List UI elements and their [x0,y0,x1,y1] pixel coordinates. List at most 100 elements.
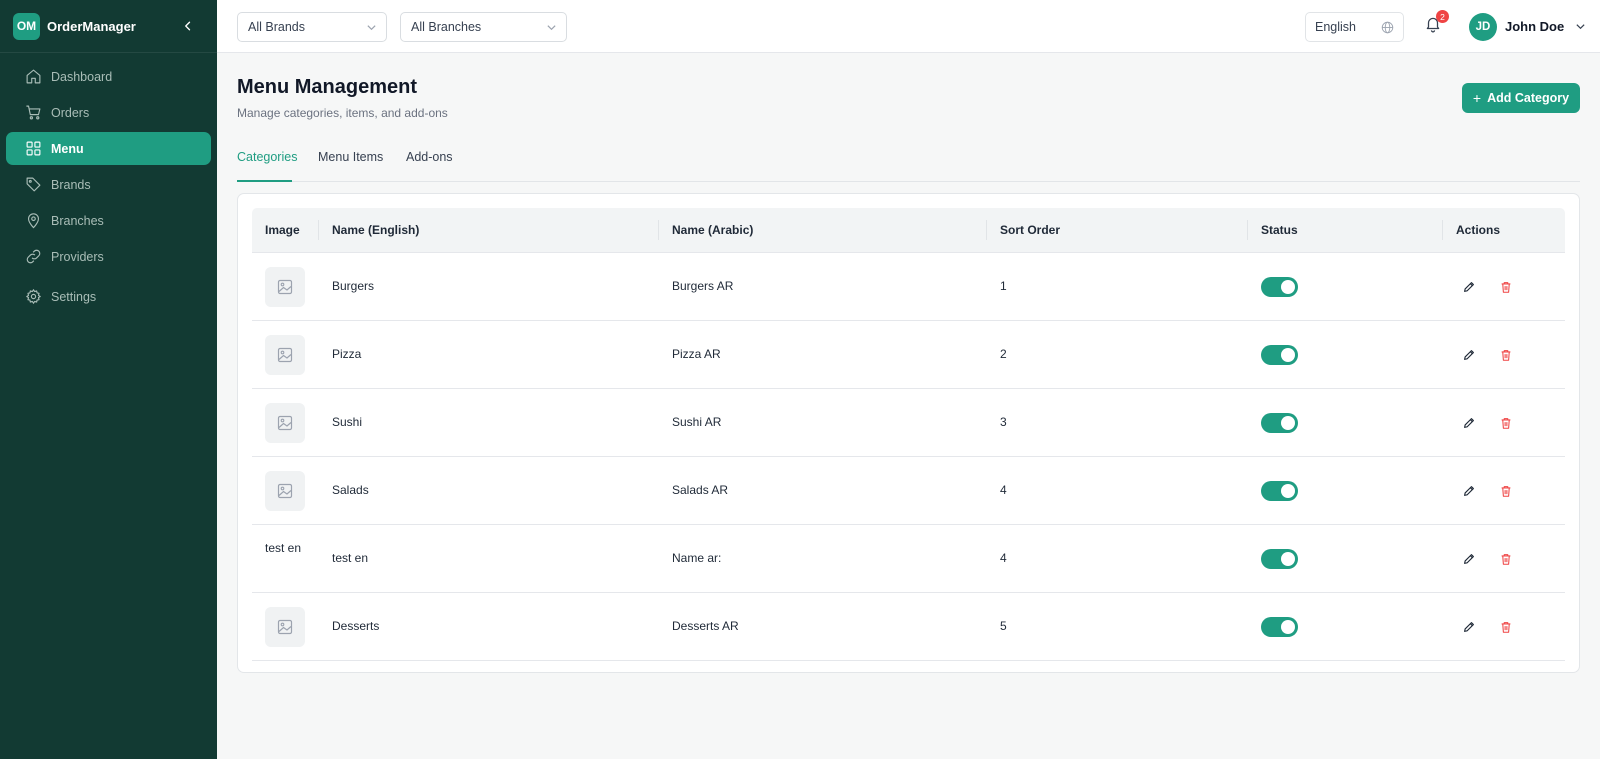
column-header-name-arabic: Name (Arabic) [672,223,754,237]
sidebar-item-dashboard[interactable]: Dashboard [6,60,211,93]
image-icon [277,415,293,431]
image-icon [277,279,293,295]
cell-name-arabic: Desserts AR [672,619,739,633]
plus-icon: + [1472,90,1482,106]
brand-header: OM OrderManager [0,0,217,53]
sidebar-item-label: Providers [51,249,104,264]
column-header-sort-order: Sort Order [1000,223,1061,237]
pencil-icon[interactable] [1462,620,1476,634]
sidebar-item-label: Menu [51,141,84,156]
sidebar-item-label: Dashboard [51,69,113,84]
sidebar-item-label: Branches [51,213,104,228]
image-icon [277,619,293,635]
status-toggle[interactable] [1261,345,1298,365]
brand-filter-select[interactable]: All Brands [237,12,387,42]
status-toggle[interactable] [1261,413,1298,433]
branch-filter-value: All Branches [411,20,482,34]
cell-sort-order: 1 [1000,279,1007,293]
link-icon [26,249,41,264]
table-row: Desserts Desserts AR 5 [252,593,1565,661]
trash-icon[interactable] [1499,484,1513,498]
cell-name-english: Salads [332,483,369,497]
app-name: OrderManager [47,18,136,34]
trash-icon[interactable] [1499,552,1513,566]
cell-sort-order: 4 [1000,483,1007,497]
image-icon [277,347,293,363]
chevron-left-icon [185,21,191,31]
broken-image-alt-text: test en [265,541,302,555]
tab-categories[interactable]: Categories [237,150,297,182]
page-title: Menu Management [237,76,418,98]
status-toggle[interactable] [1261,617,1298,637]
top-bar: All Brands All Branches English 2 JD Joh… [217,0,1600,53]
status-toggle[interactable] [1261,277,1298,297]
home-icon [26,69,41,84]
cell-name-arabic: Salads AR [672,483,729,497]
category-image-placeholder [265,403,305,443]
avatar[interactable]: JD [1469,13,1497,41]
column-header-status: Status [1261,223,1298,237]
cell-name-arabic: Name ar: [672,551,722,565]
trash-icon[interactable] [1499,416,1513,430]
categories-table: Image Name (English) Name (Arabic) Sort … [252,208,1565,661]
grid-icon [26,141,41,156]
pencil-icon[interactable] [1462,348,1476,362]
category-image-placeholder [265,267,305,307]
sidebar-item-label: Orders [51,105,90,120]
status-toggle[interactable] [1261,549,1298,569]
add-category-label: Add Category [1487,91,1570,105]
cell-sort-order: 5 [1000,619,1007,633]
sidebar-item-branches[interactable]: Branches [6,204,211,237]
language-select[interactable]: English [1305,12,1404,42]
branch-filter-select[interactable]: All Branches [400,12,567,42]
column-divider [986,220,987,240]
categories-card: Image Name (English) Name (Arabic) Sort … [237,193,1580,673]
tab-bar: Categories Menu Items Add-ons [237,150,1580,182]
column-header-actions: Actions [1456,223,1501,237]
user-name[interactable]: John Doe [1505,19,1564,34]
cell-name-arabic: Sushi AR [672,415,722,429]
table-row: Sushi Sushi AR 3 [252,389,1565,457]
sidebar: OM OrderManager Dashboard Orders Menu Br… [0,0,217,759]
chevron-down-icon[interactable] [1575,21,1586,32]
column-divider [1442,220,1443,240]
category-image-placeholder [265,471,305,511]
sidebar-item-menu[interactable]: Menu [6,132,211,165]
trash-icon[interactable] [1499,348,1513,362]
sidebar-item-settings[interactable]: Settings [6,280,211,313]
sidebar-item-brands[interactable]: Brands [6,168,211,201]
cell-name-arabic: Burgers AR [672,279,734,293]
pencil-icon[interactable] [1462,280,1476,294]
image-icon [277,483,293,499]
category-image-placeholder [265,335,305,375]
globe-icon [1381,21,1394,34]
trash-icon[interactable] [1499,620,1513,634]
table-row: Pizza Pizza AR 2 [252,321,1565,389]
sidebar-nav: Dashboard Orders Menu Brands Branches Pr… [0,53,217,313]
cart-icon [26,105,41,120]
table-row: Burgers Burgers AR 1 [252,253,1565,321]
category-image-placeholder [265,607,305,647]
pencil-icon[interactable] [1462,416,1476,430]
pencil-icon[interactable] [1462,552,1476,566]
status-toggle[interactable] [1261,481,1298,501]
add-category-button[interactable]: + Add Category [1462,83,1580,113]
cell-name-english: test en [332,551,369,565]
sidebar-item-providers[interactable]: Providers [6,240,211,273]
column-header-image: Image [265,223,300,237]
sidebar-item-orders[interactable]: Orders [6,96,211,129]
cell-name-arabic: Pizza AR [672,347,721,361]
cell-name-english: Sushi [332,415,363,429]
column-divider [1247,220,1248,240]
collapse-sidebar-button[interactable] [180,18,196,34]
tab-menu-items[interactable]: Menu Items [318,150,383,182]
tab-add-ons[interactable]: Add-ons [406,150,453,182]
pencil-icon[interactable] [1462,484,1476,498]
tag-icon [26,177,41,192]
cell-name-english: Burgers [332,279,375,293]
app-logo[interactable]: OM [13,12,40,40]
trash-icon[interactable] [1499,280,1513,294]
table-header: Image Name (English) Name (Arabic) Sort … [252,208,1565,253]
column-divider [318,220,319,240]
cell-sort-order: 3 [1000,415,1007,429]
